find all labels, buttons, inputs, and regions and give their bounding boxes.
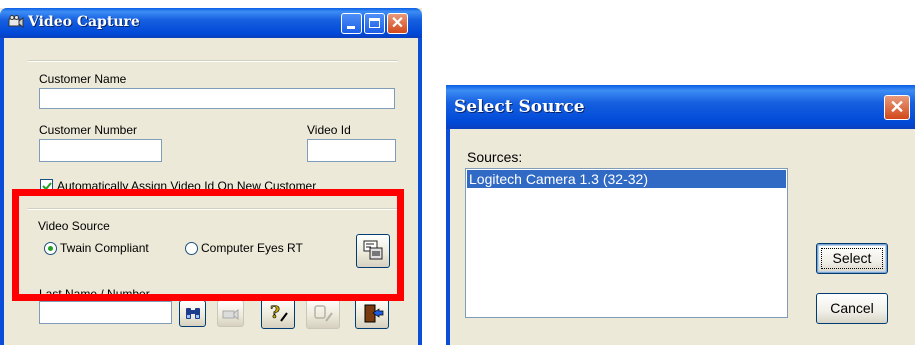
red-highlight-box xyxy=(12,189,404,301)
window-border-right xyxy=(418,38,422,345)
minimize-icon xyxy=(347,26,355,29)
dialog-border-left xyxy=(446,129,450,345)
group-divider xyxy=(28,60,398,62)
maximize-button[interactable] xyxy=(364,13,385,34)
customer-name-input[interactable] xyxy=(39,88,395,109)
find-button[interactable] xyxy=(179,300,206,327)
minimize-button[interactable] xyxy=(341,13,362,34)
customer-number-label: Customer Number xyxy=(39,123,138,137)
close-icon: ✕ xyxy=(390,15,405,32)
source-item-logitech[interactable]: Logitech Camera 1.3 (32-32) xyxy=(467,170,786,188)
video-id-input[interactable] xyxy=(307,139,396,162)
svg-text:?: ? xyxy=(270,303,280,323)
close-icon: ✕ xyxy=(889,97,905,117)
camera-app-icon xyxy=(8,15,24,28)
help-edit-button[interactable]: ? xyxy=(261,297,295,329)
camera-icon xyxy=(222,309,239,320)
select-button[interactable]: Select xyxy=(816,243,888,274)
sources-label: Sources: xyxy=(467,149,523,165)
capture-button[interactable] xyxy=(217,300,244,327)
close-button[interactable]: ✕ xyxy=(387,13,408,34)
customer-number-input[interactable] xyxy=(39,139,162,162)
cancel-button-label: Cancel xyxy=(830,300,874,316)
focus-rect xyxy=(821,248,883,269)
disabled-edit-icon xyxy=(314,305,333,322)
last-name-input[interactable] xyxy=(39,301,172,324)
question-pencil-icon: ? xyxy=(270,303,288,323)
maximize-icon xyxy=(369,18,380,28)
window-border-left xyxy=(0,38,4,345)
edit-disabled-button[interactable] xyxy=(306,297,340,329)
window-title: Video Capture xyxy=(28,14,140,30)
cancel-button[interactable]: Cancel xyxy=(816,293,888,324)
dialog-title: Select Source xyxy=(454,97,585,117)
video-capture-window: Video Capture ✕ Customer Name Customer N… xyxy=(0,8,422,345)
video-id-label: Video Id xyxy=(307,123,351,137)
exit-door-icon xyxy=(364,304,384,323)
exit-button[interactable] xyxy=(355,297,389,329)
sources-listbox[interactable]: Logitech Camera 1.3 (32-32) xyxy=(465,168,788,318)
binoculars-icon xyxy=(186,308,200,319)
dialog-close-button[interactable]: ✕ xyxy=(884,95,910,120)
select-source-window: Select Source ✕ Sources: Logitech Camera… xyxy=(446,85,915,345)
customer-name-label: Customer Name xyxy=(39,72,127,86)
